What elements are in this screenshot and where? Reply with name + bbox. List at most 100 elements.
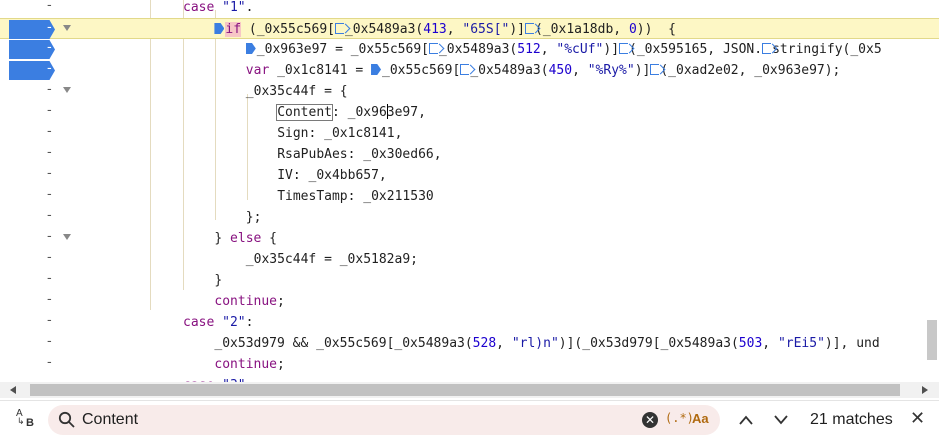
code-text[interactable]: continue; — [214, 291, 284, 312]
match-case-toggle[interactable]: Aa — [692, 411, 709, 426]
line-gutter[interactable]: - — [0, 102, 64, 123]
line-gutter[interactable]: - — [0, 144, 64, 165]
fold-arrow-icon[interactable] — [63, 87, 71, 93]
code-line[interactable]: - IV: _0x4bb657, — [0, 165, 939, 186]
code-text[interactable]: _0x35c44f = _0x5182a9; — [246, 249, 418, 270]
line-gutter[interactable]: - — [0, 249, 64, 270]
code-line[interactable]: -}; — [0, 207, 939, 228]
scroll-right-arrow-icon[interactable] — [922, 386, 928, 394]
code-token: _0x5489a3( — [470, 63, 549, 78]
line-number: - — [47, 124, 52, 139]
previous-match-icon[interactable] — [739, 415, 753, 425]
code-text[interactable]: } — [214, 270, 222, 291]
pause-marker-icon[interactable] — [619, 43, 629, 54]
code-token: )] — [509, 22, 526, 37]
line-number: - — [47, 271, 52, 286]
code-text[interactable]: RsaPubAes: _0x30ed66, — [277, 144, 441, 165]
code-text[interactable]: _0x963e97 = _0x55c569[_0x5489a3(512, "%c… — [245, 39, 882, 60]
pause-marker-icon[interactable] — [214, 23, 225, 34]
pause-marker-icon[interactable] — [460, 64, 470, 75]
code-text[interactable]: continue; — [214, 354, 284, 375]
code-line[interactable]: - _0x35c44f = _0x5182a9; — [0, 249, 939, 270]
line-gutter[interactable]: - — [0, 312, 64, 333]
code-text[interactable]: _0x35c44f = { — [246, 81, 348, 102]
search-field[interactable]: ✕ (.*) Aa — [48, 405, 720, 435]
breakpoint-marker[interactable]: - — [9, 61, 55, 80]
line-gutter[interactable]: - — [0, 81, 64, 102]
pause-marker-icon[interactable] — [334, 23, 344, 34]
line-gutter[interactable]: - — [0, 375, 64, 382]
line-gutter[interactable]: - — [0, 165, 64, 186]
code-text[interactable]: if (_0x55c569[_0x5489a3(413, "65S[")] (_0… — [214, 19, 676, 40]
line-gutter[interactable]: - — [0, 291, 64, 312]
fold-arrow-icon[interactable] — [63, 25, 71, 31]
case-sensitive-icon[interactable]: A ↳ B — [16, 408, 42, 430]
code-text[interactable]: var _0x1c8141 = _0x55c569[_0x5489a3(450,… — [246, 60, 841, 81]
code-line[interactable]: - _0x35c44f = { — [0, 81, 939, 102]
fold-arrow-icon[interactable] — [63, 234, 71, 240]
line-gutter[interactable]: - — [0, 186, 64, 207]
line-gutter[interactable]: - — [0, 39, 64, 60]
line-gutter[interactable]: - — [0, 123, 64, 144]
code-text[interactable]: }; — [246, 207, 262, 228]
code-line[interactable]: - continue; — [0, 354, 939, 375]
code-line[interactable]: - RsaPubAes: _0x30ed66, — [0, 144, 939, 165]
line-number: - — [47, 40, 52, 55]
code-line[interactable]: - _0x963e97 = _0x55c569[_0x5489a3(512, "%… — [0, 39, 939, 60]
code-text[interactable]: TimesTamp: _0x211530 — [277, 186, 434, 207]
code-text[interactable]: } else { — [214, 228, 277, 249]
pause-marker-icon[interactable] — [371, 64, 382, 75]
code-editor[interactable]: - case "1". - if (_0x55c569[_0x5489a3(413, … — [0, 0, 939, 382]
code-line[interactable]: - } else { — [0, 228, 939, 249]
line-gutter[interactable]: - — [0, 270, 64, 291]
code-line[interactable]: - TimesTamp: _0x211530 — [0, 186, 939, 207]
pause-marker-icon[interactable] — [525, 23, 535, 34]
clear-search-icon[interactable]: ✕ — [642, 412, 658, 428]
code-token: _0x5489a3( — [344, 22, 424, 37]
line-gutter[interactable]: - — [0, 60, 64, 81]
code-text[interactable]: case "1". — [183, 0, 253, 18]
regex-toggle[interactable]: (.*) — [665, 411, 694, 425]
pause-marker-icon[interactable] — [762, 43, 772, 54]
scrollbar-thumb[interactable] — [30, 384, 900, 396]
line-gutter[interactable]: - — [0, 19, 64, 40]
pause-marker-icon[interactable] — [245, 43, 256, 54]
code-text[interactable]: IV: _0x4bb657, — [277, 165, 387, 186]
code-token: : — [245, 315, 254, 330]
code-text[interactable]: Content: _0x963e97, — [276, 102, 426, 123]
pause-marker-icon[interactable] — [650, 64, 660, 75]
code-token: 0 — [628, 22, 637, 37]
scroll-left-arrow-icon[interactable] — [10, 386, 16, 394]
vertical-scrollbar-thumb[interactable] — [927, 320, 937, 360]
code-line[interactable]: - case "2": — [0, 312, 939, 333]
code-line[interactable]: - if (_0x55c569[_0x5489a3(413, "65S[")] (_… — [0, 18, 939, 39]
line-number: - — [47, 166, 52, 181]
code-line[interactable]: -} — [0, 270, 939, 291]
code-line[interactable]: - continue; — [0, 291, 939, 312]
code-line[interactable]: - Content: _0x963e97, — [0, 102, 939, 123]
breakpoint-marker[interactable]: - — [9, 20, 55, 39]
code-token: 512 — [517, 42, 541, 57]
breakpoint-marker[interactable]: - — [9, 40, 55, 59]
code-text[interactable]: _0x53d979 && _0x55c569[_0x5489a3(528, "r… — [214, 333, 879, 354]
close-search-icon[interactable]: ✕ — [910, 408, 925, 429]
line-gutter[interactable]: - — [0, 228, 64, 249]
line-gutter[interactable]: - — [0, 0, 64, 18]
next-match-icon[interactable] — [774, 415, 788, 425]
code-line[interactable]: - var _0x1c8141 = _0x55c569[_0x5489a3(450… — [0, 60, 939, 81]
code-text[interactable]: Sign: _0x1c8141, — [277, 123, 402, 144]
horizontal-scrollbar[interactable] — [0, 382, 939, 398]
line-number: - — [47, 61, 52, 76]
line-gutter[interactable]: - — [0, 333, 64, 354]
line-gutter[interactable]: - — [0, 354, 64, 375]
code-line[interactable]: - Sign: _0x1c8141, — [0, 123, 939, 144]
search-input[interactable] — [82, 409, 602, 431]
pause-marker-icon[interactable] — [428, 43, 438, 54]
code-line[interactable]: - case "3": — [0, 375, 939, 382]
code-token: ; — [277, 294, 285, 309]
line-gutter[interactable]: - — [0, 207, 64, 228]
code-text[interactable]: case "2": — [183, 312, 253, 333]
code-text[interactable]: case "3": — [183, 375, 253, 382]
code-line[interactable]: - _0x53d979 && _0x55c569[_0x5489a3(528, "… — [0, 333, 939, 354]
code-line[interactable]: - case "1". — [0, 0, 939, 18]
